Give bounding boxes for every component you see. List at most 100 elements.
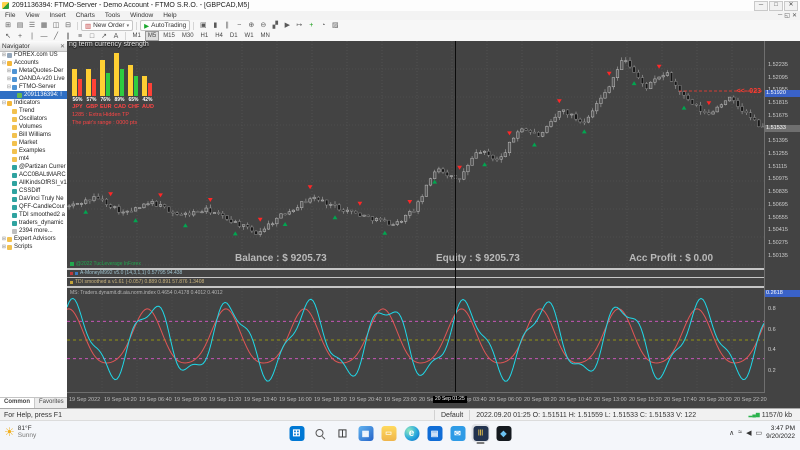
oscillator-panel[interactable]: [67, 288, 766, 392]
terminal-toggle-icon[interactable]: ⊟: [62, 21, 74, 30]
expert-advisors-icon[interactable]: ▣: [197, 21, 209, 30]
chart-window[interactable]: ng term currency strength 56% 57% 76% 89% 65…: [67, 41, 800, 408]
profile-selector[interactable]: Default: [434, 409, 469, 421]
autotrading-button[interactable]: ▶ AutoTrading: [140, 20, 191, 31]
taskbar-task-view-icon[interactable]: ◫: [334, 424, 352, 442]
price-chart[interactable]: [67, 41, 765, 268]
navigator-item[interactable]: Market: [0, 139, 67, 147]
horizontal-line-icon[interactable]: —: [38, 32, 50, 41]
navigator-item[interactable]: TDI smoothed2 a: [0, 211, 67, 219]
close-icon[interactable]: ✕: [60, 43, 65, 50]
battery-icon[interactable]: ▭: [755, 429, 762, 437]
menu-view[interactable]: View: [20, 11, 44, 20]
navigator-item[interactable]: traders_dynamic: [0, 219, 67, 227]
taskbar-photos-icon[interactable]: ◆: [495, 424, 513, 442]
auto-scroll-icon[interactable]: ▶: [281, 21, 293, 30]
period-selector-icon[interactable]: ◔: [317, 21, 329, 30]
navigator-item[interactable]: mt4: [0, 155, 67, 163]
navigator-item[interactable]: Trend: [0, 107, 67, 115]
taskbar-widgets-icon[interactable]: ▦: [357, 424, 375, 442]
taskbar-explorer-icon[interactable]: ▭: [380, 424, 398, 442]
price-scale[interactable]: 1.522351.520951.519551.518151.516751.515…: [764, 41, 800, 392]
navigator-item[interactable]: ⊞ MetaQuotes-Der: [0, 67, 67, 75]
timeframe-m30[interactable]: M30: [179, 31, 197, 41]
menu-charts[interactable]: Charts: [71, 11, 100, 20]
zoom-in-icon[interactable]: ⊕: [245, 21, 257, 30]
navigator-item[interactable]: DaVinci Truly Ne: [0, 195, 67, 203]
chart-shift-icon[interactable]: ↦: [293, 21, 305, 30]
taskbar-start-icon[interactable]: ⊞: [288, 424, 306, 442]
close-icon[interactable]: ✕: [784, 0, 798, 11]
navigator-item[interactable]: CSSDiff: [0, 187, 67, 195]
taskbar-mail-icon[interactable]: ✉: [449, 424, 467, 442]
data-window-icon[interactable]: ▦: [38, 21, 50, 30]
menu-tools[interactable]: Tools: [100, 11, 125, 20]
navigator-item[interactable]: 2091136394: !: [0, 91, 67, 99]
candlestick-chart-icon[interactable]: ▮: [209, 21, 221, 30]
navigator-item[interactable]: ⊟ Indicators: [0, 99, 67, 107]
navigator-item[interactable]: ⊞ OANDA-v20 Live: [0, 75, 67, 83]
new-chart-icon[interactable]: ⊞: [2, 21, 14, 30]
navigator-tab-common[interactable]: Common: [0, 398, 35, 408]
tile-windows-icon[interactable]: ▞: [269, 21, 281, 30]
arrow-object-icon[interactable]: ↗: [98, 32, 110, 41]
timeframe-mn[interactable]: MN: [258, 31, 273, 41]
navigator-item[interactable]: Volumes: [0, 123, 67, 131]
menu-file[interactable]: File: [0, 11, 20, 20]
navigator-item[interactable]: ⊟ Accounts: [0, 59, 67, 67]
child-close-icon[interactable]: ✕: [792, 12, 797, 19]
maximize-icon[interactable]: □: [769, 0, 783, 11]
timeframe-d1[interactable]: D1: [227, 31, 241, 41]
child-restore-icon[interactable]: ◱: [784, 12, 790, 19]
cursor-icon[interactable]: ↖: [2, 32, 14, 41]
timeframe-h4[interactable]: H4: [212, 31, 226, 41]
chart-profiles-icon[interactable]: ▤: [14, 21, 26, 30]
add-indicator-icon[interactable]: +: [305, 21, 317, 30]
indicator-strip-2[interactable]: TDI smoothed a v1.61 (-0.057) 0.889 0.89…: [67, 278, 768, 286]
weather-widget[interactable]: ☀ 81°F Sunny: [4, 425, 36, 439]
navigator-item[interactable]: ⊟ FTMO-Server: [0, 83, 67, 91]
navigator-item[interactable]: ⊞ Expert Advisors: [0, 235, 67, 243]
line-chart-icon[interactable]: ~: [233, 21, 245, 30]
navigator-item[interactable]: @Partizan Currer: [0, 163, 67, 171]
timeframe-m1[interactable]: M1: [130, 31, 144, 41]
equidistant-channel-icon[interactable]: ∥: [62, 32, 74, 41]
chevron-up-icon[interactable]: ∧: [729, 429, 734, 437]
navigator-tab-favorites[interactable]: Favorites: [35, 398, 69, 408]
volume-icon[interactable]: ◀: [746, 429, 751, 437]
timeframe-m5[interactable]: M5: [144, 31, 160, 41]
template-selector-icon[interactable]: ▨: [329, 21, 341, 30]
taskbar-clock[interactable]: 3:47 PM 9/20/2022: [766, 425, 795, 441]
navigator-item[interactable]: Bill Williams: [0, 131, 67, 139]
market-watch-icon[interactable]: ☰: [26, 21, 38, 30]
navigator-item[interactable]: QFF-CandleCour: [0, 203, 67, 211]
time-axis[interactable]: 19 Sep 2022 19 Sep 04:20 19 Sep 06:40 19 Se…: [67, 392, 767, 408]
navigator-item[interactable]: Examples: [0, 147, 67, 155]
navigator-item[interactable]: Oscillators: [0, 115, 67, 123]
zoom-out-icon[interactable]: ⊖: [257, 21, 269, 30]
timeframe-m15[interactable]: M15: [160, 31, 178, 41]
taskbar-search-icon[interactable]: [311, 424, 329, 442]
timeframe-w1[interactable]: W1: [242, 31, 257, 41]
taskbar-store-icon[interactable]: ▤: [426, 424, 444, 442]
navigator-item[interactable]: 2394 more...: [0, 227, 67, 235]
fibonacci-icon[interactable]: ≡: [74, 32, 86, 41]
bar-chart-icon[interactable]: ∥: [221, 21, 233, 30]
vertical-line-icon[interactable]: |: [26, 32, 38, 41]
indicator-strip-1[interactable]: A-MoneyM992 v5.0 (14,3,1,1) 0.57795 94.4…: [67, 270, 768, 277]
menu-window[interactable]: Window: [125, 11, 158, 20]
taskbar-edge-icon[interactable]: e: [403, 424, 421, 442]
new-order-button[interactable]: ▥ New Order ▾: [81, 20, 134, 31]
taskbar-metatrader-icon[interactable]: |||: [471, 424, 490, 444]
navigator-item[interactable]: ⊞ Scripts: [0, 243, 67, 251]
navigator-item[interactable]: ACC0BALtMARC: [0, 171, 67, 179]
minimize-icon[interactable]: ─: [754, 0, 768, 11]
menu-insert[interactable]: Insert: [44, 11, 70, 20]
navigator-item[interactable]: AllKindsOfRSI_v1: [0, 179, 67, 187]
trendline-icon[interactable]: ╱: [50, 32, 62, 41]
shapes-icon[interactable]: □: [86, 32, 98, 41]
crosshair-icon[interactable]: +: [14, 32, 26, 41]
child-minimize-icon[interactable]: ─: [778, 12, 782, 19]
wifi-icon[interactable]: ≈: [738, 429, 742, 437]
navigator-toggle-icon[interactable]: ◫: [50, 21, 62, 30]
